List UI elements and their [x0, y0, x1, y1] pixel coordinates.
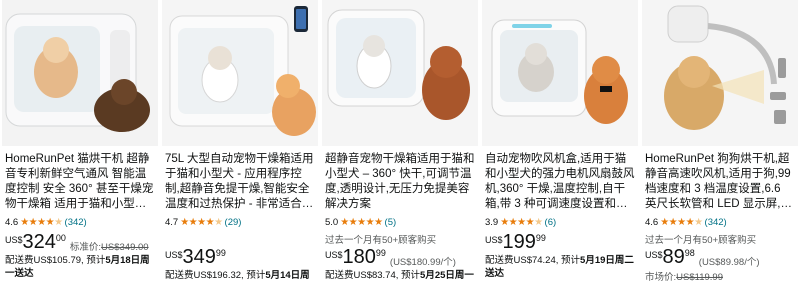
list-price-value: US$349.00 — [101, 242, 149, 253]
market-price-label: 市场价: — [645, 272, 677, 283]
delivery-date: 5月14日周 — [265, 270, 310, 281]
product-card[interactable]: 75L 大型自动宠物干燥箱适用于猫和小型犬 - 应用程序控制,超静音免提干燥,智… — [162, 0, 318, 284]
review-count[interactable]: (29) — [225, 217, 242, 228]
product-image[interactable] — [642, 0, 798, 146]
star-icon: ★★★★★ — [180, 216, 223, 228]
review-count[interactable]: (342) — [705, 217, 727, 228]
price-currency: US$ — [645, 250, 663, 260]
product-image[interactable] — [162, 0, 318, 146]
price-fraction: 99 — [375, 248, 386, 258]
product-image[interactable] — [482, 0, 638, 146]
price-whole: 349 — [182, 246, 216, 268]
list-price-label: 标准价: — [69, 242, 102, 253]
market-price: 市场价:US$119.99 — [645, 269, 795, 283]
price-fraction: 99 — [215, 248, 226, 258]
price-whole: 199 — [502, 231, 536, 253]
price: US$ 324 00 标准价:US$349.00 — [5, 231, 155, 253]
shipping-fee: 配送费US$105.79, 预计 — [5, 255, 106, 266]
list-price: 标准价:US$349.00 — [70, 239, 149, 253]
rating-row[interactable]: 5.0 ★★★★★ (5) — [325, 215, 475, 229]
shipping-fee: 配送费US$74.24, 预计 — [485, 255, 581, 266]
price-whole: 324 — [22, 231, 56, 253]
product-title[interactable]: HomeRunPet 狗狗烘干机,超静音高速吹风机,适用于狗,99 档速度和 3… — [645, 152, 795, 212]
price-currency: US$ — [165, 250, 183, 260]
price-fraction: 00 — [55, 233, 66, 243]
price: US$ 199 99 — [485, 231, 635, 253]
bought-count: 过去一个月有50+顾客购买 — [645, 235, 757, 244]
star-icon: ★★★★★ — [20, 216, 63, 228]
unit-price: (US$180.99/个) — [389, 257, 456, 268]
review-count[interactable]: (6) — [545, 217, 557, 228]
price-fraction: 98 — [684, 248, 695, 258]
product-image[interactable] — [322, 0, 478, 146]
rating-row[interactable]: 4.7 ★★★★★ (29) — [165, 215, 315, 229]
rating-value: 4.6 — [5, 216, 19, 228]
price-currency: US$ — [485, 235, 503, 245]
rating-value: 5.0 — [325, 216, 339, 228]
product-title[interactable]: HomeRunPet 猫烘干机 超静音专利新鲜空气通风 智能温度控制 安全 36… — [5, 152, 155, 212]
rating-value: 4.7 — [165, 216, 179, 228]
star-icon: ★★★★★ — [500, 216, 543, 228]
shipping-info: 配送费US$83.74, 预计5月25日周一 — [325, 269, 475, 282]
pet-dryer-box-image — [482, 0, 638, 146]
bought-count — [165, 232, 315, 244]
rating-row[interactable]: 3.9 ★★★★★ (6) — [485, 215, 635, 229]
shipping-info: 配送费US$196.32, 预计5月14日周 — [165, 269, 315, 282]
rating-value: 3.9 — [485, 216, 499, 228]
dog-blow-dryer-image — [642, 0, 798, 146]
price: US$ 89 98 (US$89.98/个) — [645, 246, 795, 268]
price: US$ 180 99 (US$180.99/个) — [325, 246, 475, 268]
bought-count: 过去一个月有50+顾客购买 — [325, 235, 437, 244]
star-icon: ★★★★★ — [660, 216, 703, 228]
product-grid: HomeRunPet 猫烘干机 超静音专利新鲜空气通风 智能温度控制 安全 36… — [0, 0, 800, 284]
shipping-fee: 配送费US$196.32, 预计 — [165, 270, 266, 281]
product-title[interactable]: 自动宠物吹风机盒,适用于猫和小型犬的强力电机风扇鼓风机,360° 干燥,温度控制… — [485, 152, 635, 212]
price-whole: 180 — [342, 246, 376, 268]
product-title[interactable]: 超静音宠物干燥箱适用于猫和小型犬 – 360° 快干,可调节温度,透明设计,无压… — [325, 152, 475, 212]
shipping-info: 配送费US$105.79, 预计5月18日周一送达 — [5, 254, 155, 280]
rating-row[interactable]: 4.6 ★★★★★ (342) — [645, 215, 795, 229]
review-count[interactable]: (5) — [385, 217, 397, 228]
pet-dryer-box-image — [322, 0, 478, 146]
pet-dryer-box-image — [162, 0, 318, 146]
product-card[interactable]: HomeRunPet 猫烘干机 超静音专利新鲜空气通风 智能温度控制 安全 36… — [2, 0, 158, 284]
review-count[interactable]: (342) — [65, 217, 87, 228]
product-title[interactable]: 75L 大型自动宠物干燥箱适用于猫和小型犬 - 应用程序控制,超静音免提干燥,智… — [165, 152, 315, 212]
price-currency: US$ — [325, 250, 343, 260]
price: US$ 349 99 — [165, 246, 315, 268]
product-card[interactable]: 自动宠物吹风机盒,适用于猫和小型犬的强力电机风扇鼓风机,360° 干燥,温度控制… — [482, 0, 638, 284]
unit-price: (US$89.98/个) — [698, 257, 760, 268]
rating-value: 4.6 — [645, 216, 659, 228]
delivery-date: 5月25日周一 — [420, 270, 474, 281]
market-price-value: US$119.99 — [676, 272, 723, 283]
shipping-fee: 配送费US$83.74, 预计 — [325, 270, 421, 281]
shipping-info: 配送费US$74.24, 预计5月19日周二送达 — [485, 254, 635, 280]
product-card[interactable]: HomeRunPet 狗狗烘干机,超静音高速吹风机,适用于狗,99 档速度和 3… — [642, 0, 798, 284]
rating-row[interactable]: 4.6 ★★★★★ (342) — [5, 215, 155, 229]
price-fraction: 99 — [535, 233, 546, 243]
price-currency: US$ — [5, 235, 23, 245]
star-icon: ★★★★★ — [340, 216, 383, 228]
product-card[interactable]: 超静音宠物干燥箱适用于猫和小型犬 – 360° 快干,可调节温度,透明设计,无压… — [322, 0, 478, 284]
pet-dryer-box-image — [2, 0, 158, 146]
product-image[interactable] — [2, 0, 158, 146]
price-whole: 89 — [662, 246, 685, 268]
